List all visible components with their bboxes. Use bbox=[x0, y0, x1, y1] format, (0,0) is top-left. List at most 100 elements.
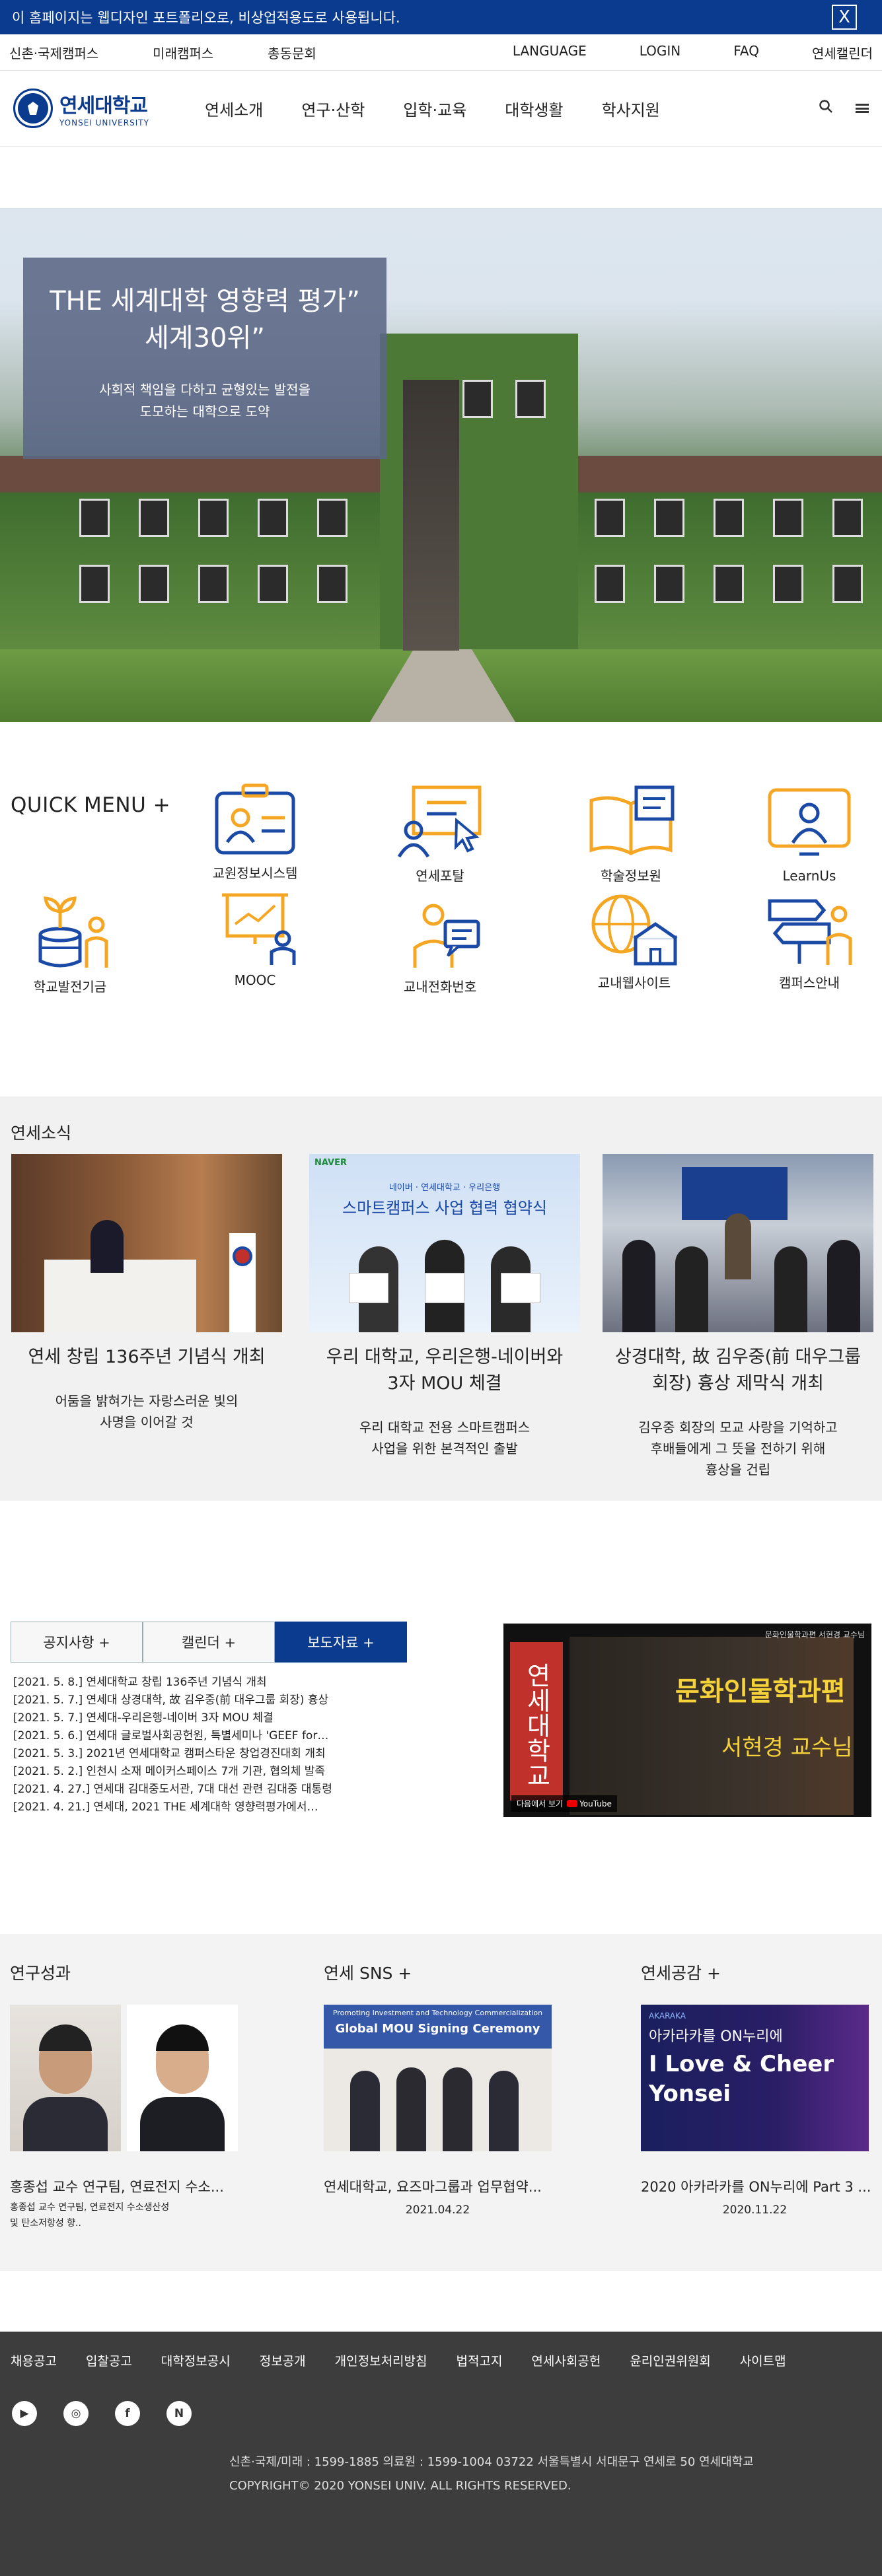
quick-item-mooc[interactable]: MOOC bbox=[189, 891, 321, 988]
close-icon[interactable]: X bbox=[832, 5, 857, 30]
link-mirae[interactable]: 미래캠퍼스 bbox=[153, 43, 213, 62]
youtube-icon[interactable]: ▶ bbox=[12, 2401, 37, 2426]
research-caption[interactable]: 홍종섭 교수 연구팀, 연료전지 수소... bbox=[10, 2176, 224, 2196]
footer-link[interactable]: 개인정보처리방침 bbox=[335, 2351, 427, 2369]
main-header: 연세대학교 YONSEI UNIVERSITY 연세소개 연구·산학 입학·교육… bbox=[0, 71, 882, 147]
naver-logo: NAVER bbox=[314, 1158, 348, 1168]
list-item[interactable]: [2021. 5. 2.] 인천시 소재 메이커스페이스 7개 기관, 협의체 … bbox=[13, 1763, 332, 1781]
direction-signs-icon bbox=[763, 891, 856, 967]
footer-address: 신촌·국제/미래 : 1599-1885 의료원 : 1599-1004 037… bbox=[229, 2451, 754, 2498]
tab-press[interactable]: 보도자료 + bbox=[275, 1622, 407, 1663]
globe-school-icon bbox=[588, 891, 680, 967]
news-card-desc: 우리 대학교 전용 스마트캠퍼스 bbox=[359, 1419, 531, 1435]
list-item[interactable]: [2021. 5. 7.] 연세대-우리은행-네이버 3자 MOU 체결 bbox=[13, 1709, 332, 1727]
link-language[interactable]: LANGUAGE bbox=[513, 43, 587, 62]
footer-link[interactable]: 연세사회공헌 bbox=[531, 2351, 601, 2369]
sns-photo[interactable]: Promoting Investment and Technology Comm… bbox=[324, 2005, 552, 2151]
link-faq[interactable]: FAQ bbox=[733, 43, 759, 62]
laptop-user-icon bbox=[763, 787, 856, 863]
coin-plant-icon bbox=[24, 895, 116, 971]
quick-item-portal[interactable]: 연세포탈 bbox=[374, 784, 506, 884]
footer-address-text: 신촌·국제/미래 : 1599-1885 의료원 : 1599-1004 037… bbox=[229, 2455, 754, 2469]
banner-top: 네이버 · 연세대학교 · 우리은행 bbox=[388, 1183, 501, 1193]
video-thumbnail bbox=[570, 1637, 854, 1815]
list-item[interactable]: [2021. 4. 21.] 연세대, 2021 THE 세계대학 영향력평가에… bbox=[13, 1799, 332, 1816]
video-player[interactable]: 연세대학교 문화인물학과편 서현경 교수님 문화인물학과편 서현경 교수님 다음… bbox=[503, 1624, 871, 1817]
link-alumni[interactable]: 총동문회 bbox=[268, 43, 316, 62]
blog-icon[interactable]: N bbox=[166, 2401, 192, 2426]
tab-notice[interactable]: 공지사항 + bbox=[11, 1622, 143, 1663]
nav-about[interactable]: 연세소개 bbox=[205, 97, 263, 120]
list-item[interactable]: [2021. 4. 27.] 연세대 김대중도서관, 7대 대선 관련 김대중 … bbox=[13, 1781, 332, 1799]
video-side-banner: 연세대학교 bbox=[510, 1642, 563, 1801]
empathy-banner-line1: 아카라카를 ON누리에 bbox=[649, 2028, 783, 2045]
hero-title-line1: THE 세계대학 영향력 평가” bbox=[50, 286, 360, 316]
bust-ceremony-photo bbox=[603, 1154, 873, 1332]
phone-chat-icon bbox=[394, 895, 486, 971]
footer-link[interactable]: 법적고지 bbox=[457, 2351, 503, 2369]
logo[interactable]: 연세대학교 YONSEI UNIVERSITY bbox=[13, 89, 205, 128]
quick-item-learnus[interactable]: LearnUs bbox=[743, 787, 875, 884]
news-card-title: 우리 대학교, 우리은행-네이버와 bbox=[326, 1347, 564, 1367]
list-item[interactable]: [2021. 5. 3.] 2021년 연세대학교 캠퍼스타운 창업경진대회 개… bbox=[13, 1745, 332, 1763]
list-item[interactable]: [2021. 5. 8.] 연세대학교 창립 136주년 기념식 개최 bbox=[13, 1674, 332, 1692]
footer-link[interactable]: 윤리인권위원회 bbox=[630, 2351, 710, 2369]
quick-item-library[interactable]: 학술정보원 bbox=[565, 784, 697, 884]
news-card-title-2: 회장) 흉상 제막식 개최 bbox=[652, 1373, 824, 1394]
quick-label: 교내웹사이트 bbox=[597, 975, 671, 991]
quick-item-fund[interactable]: 학교발전기금 bbox=[4, 895, 136, 995]
footer-link[interactable]: 사이트맵 bbox=[740, 2351, 786, 2369]
quick-label: 캠퍼스안내 bbox=[779, 975, 840, 991]
nav-academic[interactable]: 학사지원 bbox=[602, 97, 660, 120]
footer-link[interactable]: 정보공개 bbox=[260, 2351, 306, 2369]
link-sinchon[interactable]: 신촌·국제캠퍼스 bbox=[9, 43, 98, 62]
news-card[interactable]: 상경대학, 故 김우중(前 대우그룹 회장) 흉상 제막식 개최 김우중 회장의 … bbox=[603, 1154, 873, 1480]
quick-label: 학교발전기금 bbox=[33, 979, 107, 995]
news-card[interactable]: 연세 창립 136주년 기념식 개최 어둠을 밝혀가는 자랑스러운 빛의 사명을 … bbox=[11, 1154, 282, 1433]
banner-text: 스마트캠퍼스 사업 협력 협약식 bbox=[342, 1199, 547, 1217]
footer-sns: ▶ ◎ f N bbox=[12, 2401, 218, 2426]
logo-korean: 연세대학교 bbox=[59, 94, 148, 118]
sns-banner-top: Promoting Investment and Technology Comm… bbox=[332, 2009, 543, 2017]
facebook-icon[interactable]: f bbox=[115, 2401, 140, 2426]
researcher-photo-2[interactable] bbox=[127, 2005, 238, 2151]
instagram-icon[interactable]: ◎ bbox=[63, 2401, 89, 2426]
quick-item-phone[interactable]: 교내전화번호 bbox=[374, 895, 506, 995]
quick-item-campus-guide[interactable]: 캠퍼스안내 bbox=[743, 891, 875, 991]
news-card[interactable]: NAVER 네이버 · 연세대학교 · 우리은행 스마트캠퍼스 사업 협력 협약… bbox=[309, 1154, 580, 1459]
footer-link[interactable]: 입찰공고 bbox=[86, 2351, 132, 2369]
hero-caption-box[interactable]: THE 세계대학 영향력 평가” 세계30위” 사회적 책임을 다하고 균형있는 … bbox=[23, 258, 386, 459]
watch-on-youtube[interactable]: 다음에서 보기 YouTube bbox=[511, 1795, 617, 1812]
research-summary: 홍종섭 교수 연구팀, 연료전지 수소생산성 및 탄소저항성 향.. bbox=[10, 2200, 169, 2231]
list-item[interactable]: [2021. 5. 6.] 연세대 글로벌사회공헌원, 특별세미나 'GEEF … bbox=[13, 1727, 332, 1745]
empathy-banner-top: AKARAKA bbox=[649, 2011, 686, 2021]
news-section: 연세소식 연세 창립 136주년 기념식 개최 어둠을 밝혀가는 자랑스러운 빛… bbox=[0, 1096, 882, 1501]
quick-label: MOOC bbox=[234, 972, 276, 988]
menu-icon[interactable] bbox=[856, 100, 869, 117]
nav-campus-life[interactable]: 대학생활 bbox=[505, 97, 563, 120]
sns-caption[interactable]: 연세대학교, 요즈마그룹과 업무협약... bbox=[324, 2176, 542, 2196]
quick-label: 교내전화번호 bbox=[403, 979, 477, 995]
list-item[interactable]: [2021. 5. 7.] 연세대 상경대학, 故 김우중(前 대우그룹 회장)… bbox=[13, 1692, 332, 1709]
quick-item-faculty[interactable]: 교원정보시스템 bbox=[189, 781, 321, 882]
presentation-icon bbox=[209, 891, 301, 967]
empathy-caption[interactable]: 2020 아카라카를 ON누리에 Part 3 ... bbox=[641, 2176, 871, 2196]
empathy-banner[interactable]: AKARAKA 아카라카를 ON누리에 I Love & Cheer Yonse… bbox=[641, 2005, 869, 2151]
nav-admission[interactable]: 입학·교육 bbox=[403, 97, 466, 120]
book-icon bbox=[585, 784, 677, 860]
search-icon[interactable] bbox=[819, 99, 833, 118]
quick-menu-title[interactable]: QUICK MENU + bbox=[11, 793, 170, 817]
sns-title[interactable]: 연세 SNS + bbox=[324, 1960, 412, 1984]
sns-date: 2021.04.22 bbox=[405, 2203, 470, 2217]
tab-calendar[interactable]: 캘린더 + bbox=[143, 1622, 275, 1663]
researcher-photo-1[interactable] bbox=[10, 2005, 121, 2151]
quick-label: 교원정보시스템 bbox=[212, 865, 298, 881]
board-tabs: 공지사항 + 캘린더 + 보도자료 + bbox=[11, 1622, 407, 1663]
link-login[interactable]: LOGIN bbox=[640, 43, 681, 62]
nav-research[interactable]: 연구·산학 bbox=[301, 97, 365, 120]
footer-link[interactable]: 대학정보공시 bbox=[161, 2351, 231, 2369]
quick-item-website[interactable]: 교내웹사이트 bbox=[568, 891, 700, 991]
footer-link[interactable]: 채용공고 bbox=[11, 2351, 57, 2369]
link-calendar[interactable]: 연세캘린더 bbox=[812, 43, 873, 62]
empathy-title[interactable]: 연세공감 + bbox=[641, 1960, 721, 1984]
